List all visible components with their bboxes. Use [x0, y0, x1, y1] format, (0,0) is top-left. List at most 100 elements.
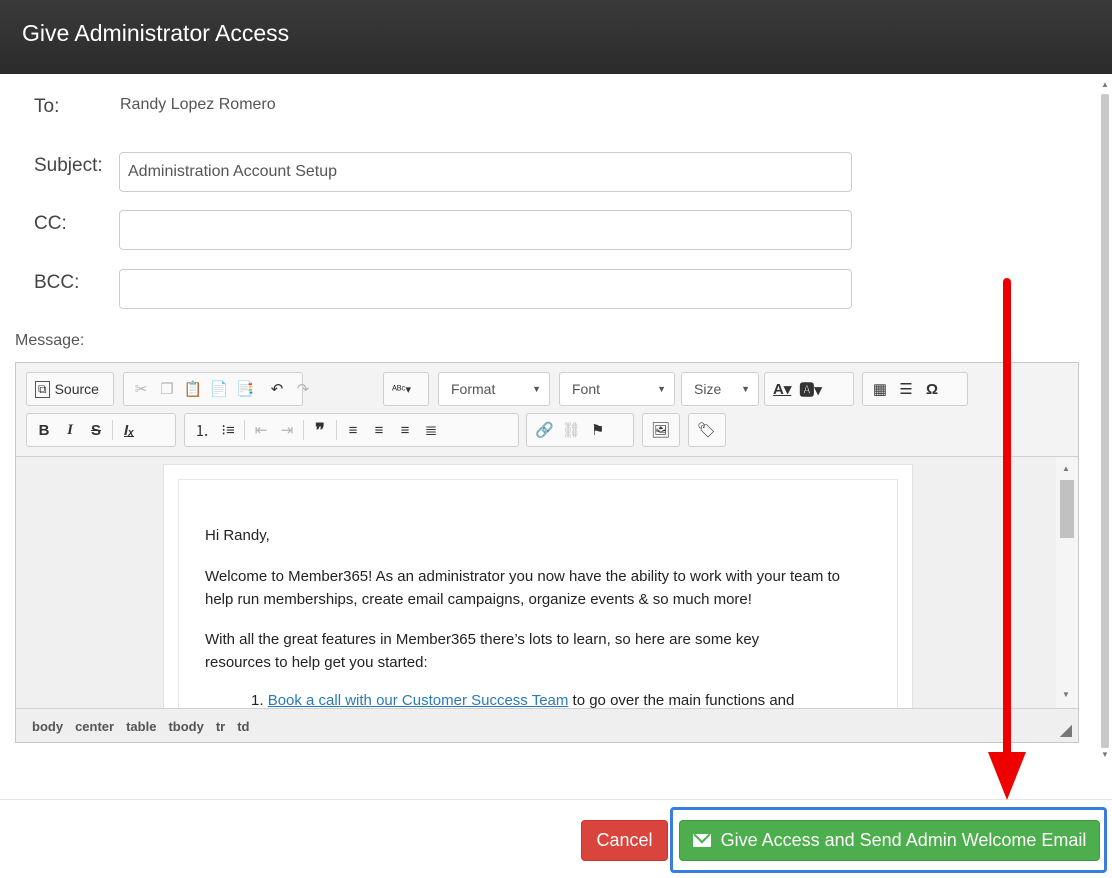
- horizontal-line-icon[interactable]: ☰: [893, 376, 919, 402]
- subject-input[interactable]: Administration Account Setup: [119, 152, 852, 192]
- image-icon[interactable]: 🖼: [647, 417, 674, 443]
- special-character-icon[interactable]: Ω: [919, 376, 945, 402]
- unlink-icon[interactable]: ⛓: [558, 417, 585, 443]
- path-item[interactable]: tr: [216, 719, 225, 734]
- chevron-down-icon: ▼: [741, 384, 750, 394]
- source-button[interactable]: ⧉ Source: [31, 376, 103, 402]
- bold-icon[interactable]: B: [31, 417, 57, 443]
- dialog-title: Give Administrator Access: [22, 20, 290, 46]
- bcc-input[interactable]: [119, 269, 852, 309]
- source-icon: ⧉: [35, 380, 50, 398]
- list-number: 1.: [251, 692, 264, 708]
- tag-icon[interactable]: 🏷: [693, 417, 720, 443]
- size-dropdown[interactable]: Size ▼: [681, 372, 759, 406]
- rich-text-editor: ⧉ Source ✂ ❐ 📋 📄 📑 ↶ ↷ ᴬᴮᶜ▾ Format ▼ Fon…: [15, 362, 1079, 743]
- format-dropdown[interactable]: Format ▼: [438, 372, 550, 406]
- separator: [303, 420, 304, 440]
- to-recipient: Randy Lopez Romero: [120, 96, 276, 113]
- path-item[interactable]: table: [126, 719, 156, 734]
- font-label: Font: [572, 381, 601, 397]
- give-access-label: Give Access and Send Admin Welcome Email: [720, 830, 1087, 850]
- scroll-up-arrow-icon[interactable]: ▲: [1062, 464, 1070, 473]
- scrollbar-thumb[interactable]: [1101, 94, 1109, 748]
- size-label: Size: [694, 381, 722, 397]
- cc-input[interactable]: [119, 210, 852, 250]
- align-left-icon[interactable]: ≡: [340, 417, 366, 443]
- annotation-arrow-shaft: [1003, 278, 1011, 758]
- path-item[interactable]: body: [32, 719, 63, 734]
- copy-icon[interactable]: ❐: [154, 376, 180, 402]
- undo-icon[interactable]: ↶: [264, 376, 290, 402]
- bulleted-list-icon[interactable]: ⁝≡: [215, 417, 241, 443]
- source-group: ⧉ Source: [26, 372, 114, 406]
- element-path-bar: body center table tbody tr td: [16, 708, 1078, 742]
- paste-word-icon[interactable]: 📑: [232, 376, 258, 402]
- path-item[interactable]: tbody: [168, 719, 203, 734]
- path-item[interactable]: td: [237, 719, 249, 734]
- blockquote-icon[interactable]: ❞: [307, 417, 333, 443]
- to-label: To:: [34, 96, 60, 117]
- greeting-text: Hi Randy,: [205, 527, 270, 544]
- editor-toolbar: ⧉ Source ✂ ❐ 📋 📄 📑 ↶ ↷ ᴬᴮᶜ▾ Format ▼ Fon…: [16, 363, 1078, 457]
- cc-label: CC:: [34, 213, 67, 234]
- remove-format-icon[interactable]: Iₓ: [116, 417, 142, 443]
- align-right-icon[interactable]: ≡: [392, 417, 418, 443]
- separator: [112, 420, 113, 440]
- redo-icon[interactable]: ↷: [290, 376, 316, 402]
- separator: [244, 420, 245, 440]
- basic-styles-group: B I S Iₓ: [26, 413, 176, 447]
- list-item: 1. Book a call with our Customer Success…: [205, 689, 871, 708]
- scroll-down-arrow-icon[interactable]: ▼: [1100, 750, 1110, 760]
- paragraph-group: ⒈ ⁝≡ ⇤ ⇥ ❞ ≡ ≡ ≡ ≣: [184, 413, 519, 447]
- justify-icon[interactable]: ≣: [418, 417, 444, 443]
- dialog-scrollbar[interactable]: ▲ ▼: [1098, 74, 1112, 768]
- anchor-flag-icon[interactable]: ⚑: [585, 417, 611, 443]
- editor-content-area[interactable]: Hi Randy, Welcome to Member365! As an ad…: [16, 458, 1078, 708]
- links-group: 🔗 ⛓ ⚑: [526, 413, 634, 447]
- tag-group: 🏷: [688, 413, 726, 447]
- chevron-down-icon: ▼: [532, 384, 541, 394]
- paste-text-icon[interactable]: 📄: [206, 376, 232, 402]
- decrease-indent-icon[interactable]: ⇤: [248, 417, 274, 443]
- resize-handle-icon[interactable]: [1060, 725, 1072, 737]
- paste-icon[interactable]: 📋: [180, 376, 206, 402]
- insert-group: ▦ ☰ Ω: [862, 372, 968, 406]
- color-group: A▾ 🅰▾: [764, 372, 854, 406]
- annotation-arrow-head-icon: [988, 752, 1026, 800]
- numbered-list-icon[interactable]: ⒈: [189, 417, 215, 443]
- spellcheck-icon[interactable]: ᴬᴮᶜ▾: [388, 376, 415, 402]
- book-call-link[interactable]: Book a call with our Customer Success Te…: [268, 692, 569, 708]
- message-label: Message:: [15, 332, 85, 349]
- table-icon[interactable]: ▦: [867, 376, 893, 402]
- footer-divider: [0, 799, 1112, 800]
- image-group: 🖼: [642, 413, 680, 447]
- format-label: Format: [451, 381, 496, 397]
- strikethrough-icon[interactable]: S: [83, 417, 109, 443]
- editor-scrollbar[interactable]: ▲ ▼: [1056, 458, 1078, 708]
- element-path: body center table tbody tr td: [32, 719, 250, 734]
- font-dropdown[interactable]: Font ▼: [559, 372, 675, 406]
- bcc-label: BCC:: [34, 272, 80, 293]
- path-item[interactable]: center: [75, 719, 114, 734]
- link-icon[interactable]: 🔗: [531, 417, 558, 443]
- dialog-titlebar: Give Administrator Access: [0, 0, 1112, 74]
- align-center-icon[interactable]: ≡: [366, 417, 392, 443]
- spellcheck-group: ᴬᴮᶜ▾: [383, 372, 429, 406]
- email-page: Hi Randy, Welcome to Member365! As an ad…: [163, 464, 913, 708]
- increase-indent-icon[interactable]: ⇥: [274, 417, 300, 443]
- scroll-down-arrow-icon[interactable]: ▼: [1062, 690, 1070, 699]
- background-color-icon[interactable]: 🅰▾: [795, 376, 826, 402]
- separator: [336, 420, 337, 440]
- email-body[interactable]: Hi Randy, Welcome to Member365! As an ad…: [178, 479, 898, 708]
- give-access-send-email-button[interactable]: Give Access and Send Admin Welcome Email: [679, 820, 1100, 861]
- cut-icon[interactable]: ✂: [128, 376, 154, 402]
- editor-scrollbar-thumb[interactable]: [1060, 480, 1074, 538]
- list-item-text: to go over the main functions and: [568, 692, 795, 708]
- cancel-button[interactable]: Cancel: [581, 820, 668, 861]
- scroll-up-arrow-icon[interactable]: ▲: [1100, 80, 1110, 90]
- text-color-icon[interactable]: A▾: [769, 376, 795, 402]
- italic-icon[interactable]: I: [57, 417, 83, 443]
- envelope-icon: [692, 834, 711, 847]
- resources-paragraph: With all the great features in Member365…: [205, 631, 760, 671]
- chevron-down-icon: ▼: [657, 384, 666, 394]
